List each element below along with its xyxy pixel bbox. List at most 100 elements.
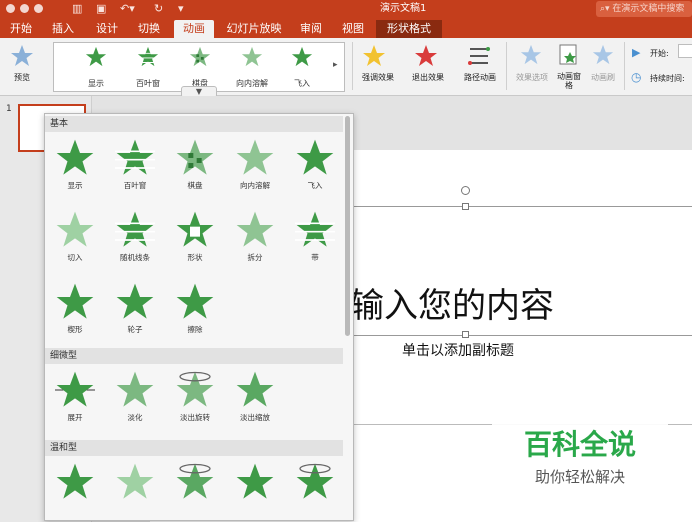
effect-item[interactable]: 擦除 (165, 280, 225, 342)
gallery-effect-dissolve-in[interactable]: 向内溶解 (230, 46, 274, 90)
zoom-window-button[interactable] (34, 4, 43, 13)
animation-effects-dropdown: 基本 显示 百叶窗 棋盘 向内溶解 飞入 切入 随机线条 形状 拆分 带楔形 轮子 擦除 细微型 展开 淡化 淡… (44, 113, 354, 521)
effect-item[interactable]: 形状 (165, 208, 225, 270)
effect-star-icon (116, 463, 154, 499)
effect-item[interactable] (225, 460, 285, 520)
start-label: 开始: (650, 49, 669, 58)
tab-design[interactable]: 设计 (90, 20, 124, 38)
watermark-title: 百科全说 (523, 428, 636, 461)
gallery-label-fly-in: 飞入 (294, 79, 310, 88)
ribbon-separator (624, 42, 625, 90)
close-window-button[interactable] (6, 4, 15, 13)
tab-view[interactable]: 视图 (336, 20, 370, 38)
effect-star-icon (55, 371, 95, 407)
gallery-effect-checkerboard[interactable]: 棋盘 (178, 46, 222, 90)
tab-home[interactable]: 开始 (4, 20, 38, 38)
effect-label: 淡出缩放 (240, 413, 270, 422)
effect-item[interactable] (105, 460, 165, 520)
sidebar-toggle-icon[interactable]: ▥ (72, 2, 82, 16)
gallery-effect-blinds[interactable]: 百叶窗 (126, 46, 170, 90)
tab-animations[interactable]: 动画 (174, 20, 214, 38)
effect-star-icon (116, 371, 154, 407)
effect-item[interactable]: 向内溶解 (225, 136, 285, 198)
slide-title[interactable]: 输入您的内容 (350, 284, 554, 328)
effect-label: 拆分 (247, 253, 263, 262)
exit-effect-button[interactable]: 退出效果 (408, 42, 448, 88)
effect-item[interactable]: 淡出缩放 (225, 368, 285, 430)
effect-star-icon (236, 463, 274, 499)
effect-item[interactable]: 显示 (45, 136, 105, 198)
effect-item[interactable]: 淡出旋转 (165, 368, 225, 430)
effect-item[interactable]: 轮子 (105, 280, 165, 342)
motion-path-label: 路径动画 (464, 73, 496, 82)
slide-subtitle[interactable]: 单击以添加副标题 (402, 340, 514, 360)
effect-label: 淡出旋转 (180, 413, 210, 422)
tab-slideshow[interactable]: 幻灯片放映 (222, 20, 286, 38)
tab-review[interactable]: 审阅 (294, 20, 328, 38)
effect-star-icon (115, 211, 155, 247)
effect-star-icon (176, 139, 214, 175)
tab-shape-format[interactable]: 形状格式 (376, 20, 442, 38)
search-input[interactable]: ⌕▾ 在演示文稿中搜索 (596, 1, 692, 17)
effect-item[interactable]: 随机线条 (105, 208, 165, 270)
preview-label: 预览 (14, 73, 30, 82)
tab-transitions[interactable]: 切换 (132, 20, 166, 38)
effect-item[interactable]: 百叶窗 (105, 136, 165, 198)
preview-button[interactable]: 预览 (4, 42, 44, 88)
effect-item[interactable]: 拆分 (225, 208, 285, 270)
customize-toolbar-icon[interactable]: ▾ (178, 2, 184, 16)
emphasis-effect-label: 强调效果 (362, 73, 394, 82)
effect-item[interactable]: 带 (285, 208, 345, 270)
resize-handle-bottom[interactable] (462, 331, 469, 338)
thumbnail-number: 1 (6, 104, 12, 114)
effect-star-icon (115, 139, 155, 175)
effect-item[interactable]: 飞入 (285, 136, 345, 198)
effect-options-button[interactable]: 效果选项 (510, 42, 554, 88)
start-select[interactable] (678, 44, 692, 58)
effect-star-icon (176, 211, 214, 247)
blinds-star-icon (137, 46, 159, 67)
effect-star-icon (295, 211, 335, 247)
effect-label: 棋盘 (187, 181, 203, 190)
animation-pane-button[interactable]: 动画窗格 (556, 42, 582, 92)
animation-painter-icon (592, 44, 614, 65)
undo-icon[interactable]: ↶▾ (120, 2, 135, 16)
effect-item[interactable] (165, 460, 225, 520)
effect-label: 楔形 (67, 325, 83, 334)
effect-item[interactable]: 楔形 (45, 280, 105, 342)
effect-star-icon (236, 211, 274, 247)
animation-painter-button[interactable]: 动画刷 (586, 42, 620, 88)
chevron-down-icon: ▼ (195, 87, 203, 96)
effect-star-icon (236, 371, 274, 407)
search-icon: ⌕▾ (600, 4, 613, 14)
effect-item[interactable] (45, 460, 105, 520)
minimize-window-button[interactable] (20, 4, 29, 13)
effect-star-icon (116, 283, 154, 319)
effect-label: 淡化 (127, 413, 143, 422)
exit-star-icon (415, 45, 437, 66)
tab-insert[interactable]: 插入 (46, 20, 80, 38)
effect-item[interactable]: 淡化 (105, 368, 165, 430)
emphasis-effect-button[interactable]: 强调效果 (358, 42, 398, 88)
save-icon[interactable]: ▣ (96, 2, 106, 16)
effect-item[interactable]: 棋盘 (165, 136, 225, 198)
gallery-effect-appear[interactable]: 显示 (74, 46, 118, 90)
document-title: 演示文稿1 (380, 3, 427, 14)
motion-path-button[interactable]: 路径动画 (458, 42, 502, 88)
effect-label: 飞入 (307, 181, 323, 190)
effect-item[interactable]: 展开 (45, 368, 105, 430)
effect-item[interactable] (285, 460, 345, 520)
effect-label: 百叶窗 (123, 181, 147, 190)
gallery-effect-fly-in[interactable]: 飞入 (280, 46, 324, 90)
dropdown-scrollbar[interactable] (345, 116, 350, 336)
animation-pane-icon (559, 44, 577, 65)
effect-star-icon (296, 463, 334, 499)
redo-icon[interactable]: ↻ (154, 2, 163, 16)
ribbon-separator (352, 42, 353, 90)
resize-handle-top[interactable] (462, 203, 469, 210)
effect-item[interactable]: 切入 (45, 208, 105, 270)
effect-label: 切入 (67, 253, 83, 262)
rotate-handle[interactable] (461, 186, 470, 195)
gallery-scroll-right-icon[interactable]: ▸ (333, 60, 338, 70)
effect-label: 显示 (67, 181, 83, 190)
